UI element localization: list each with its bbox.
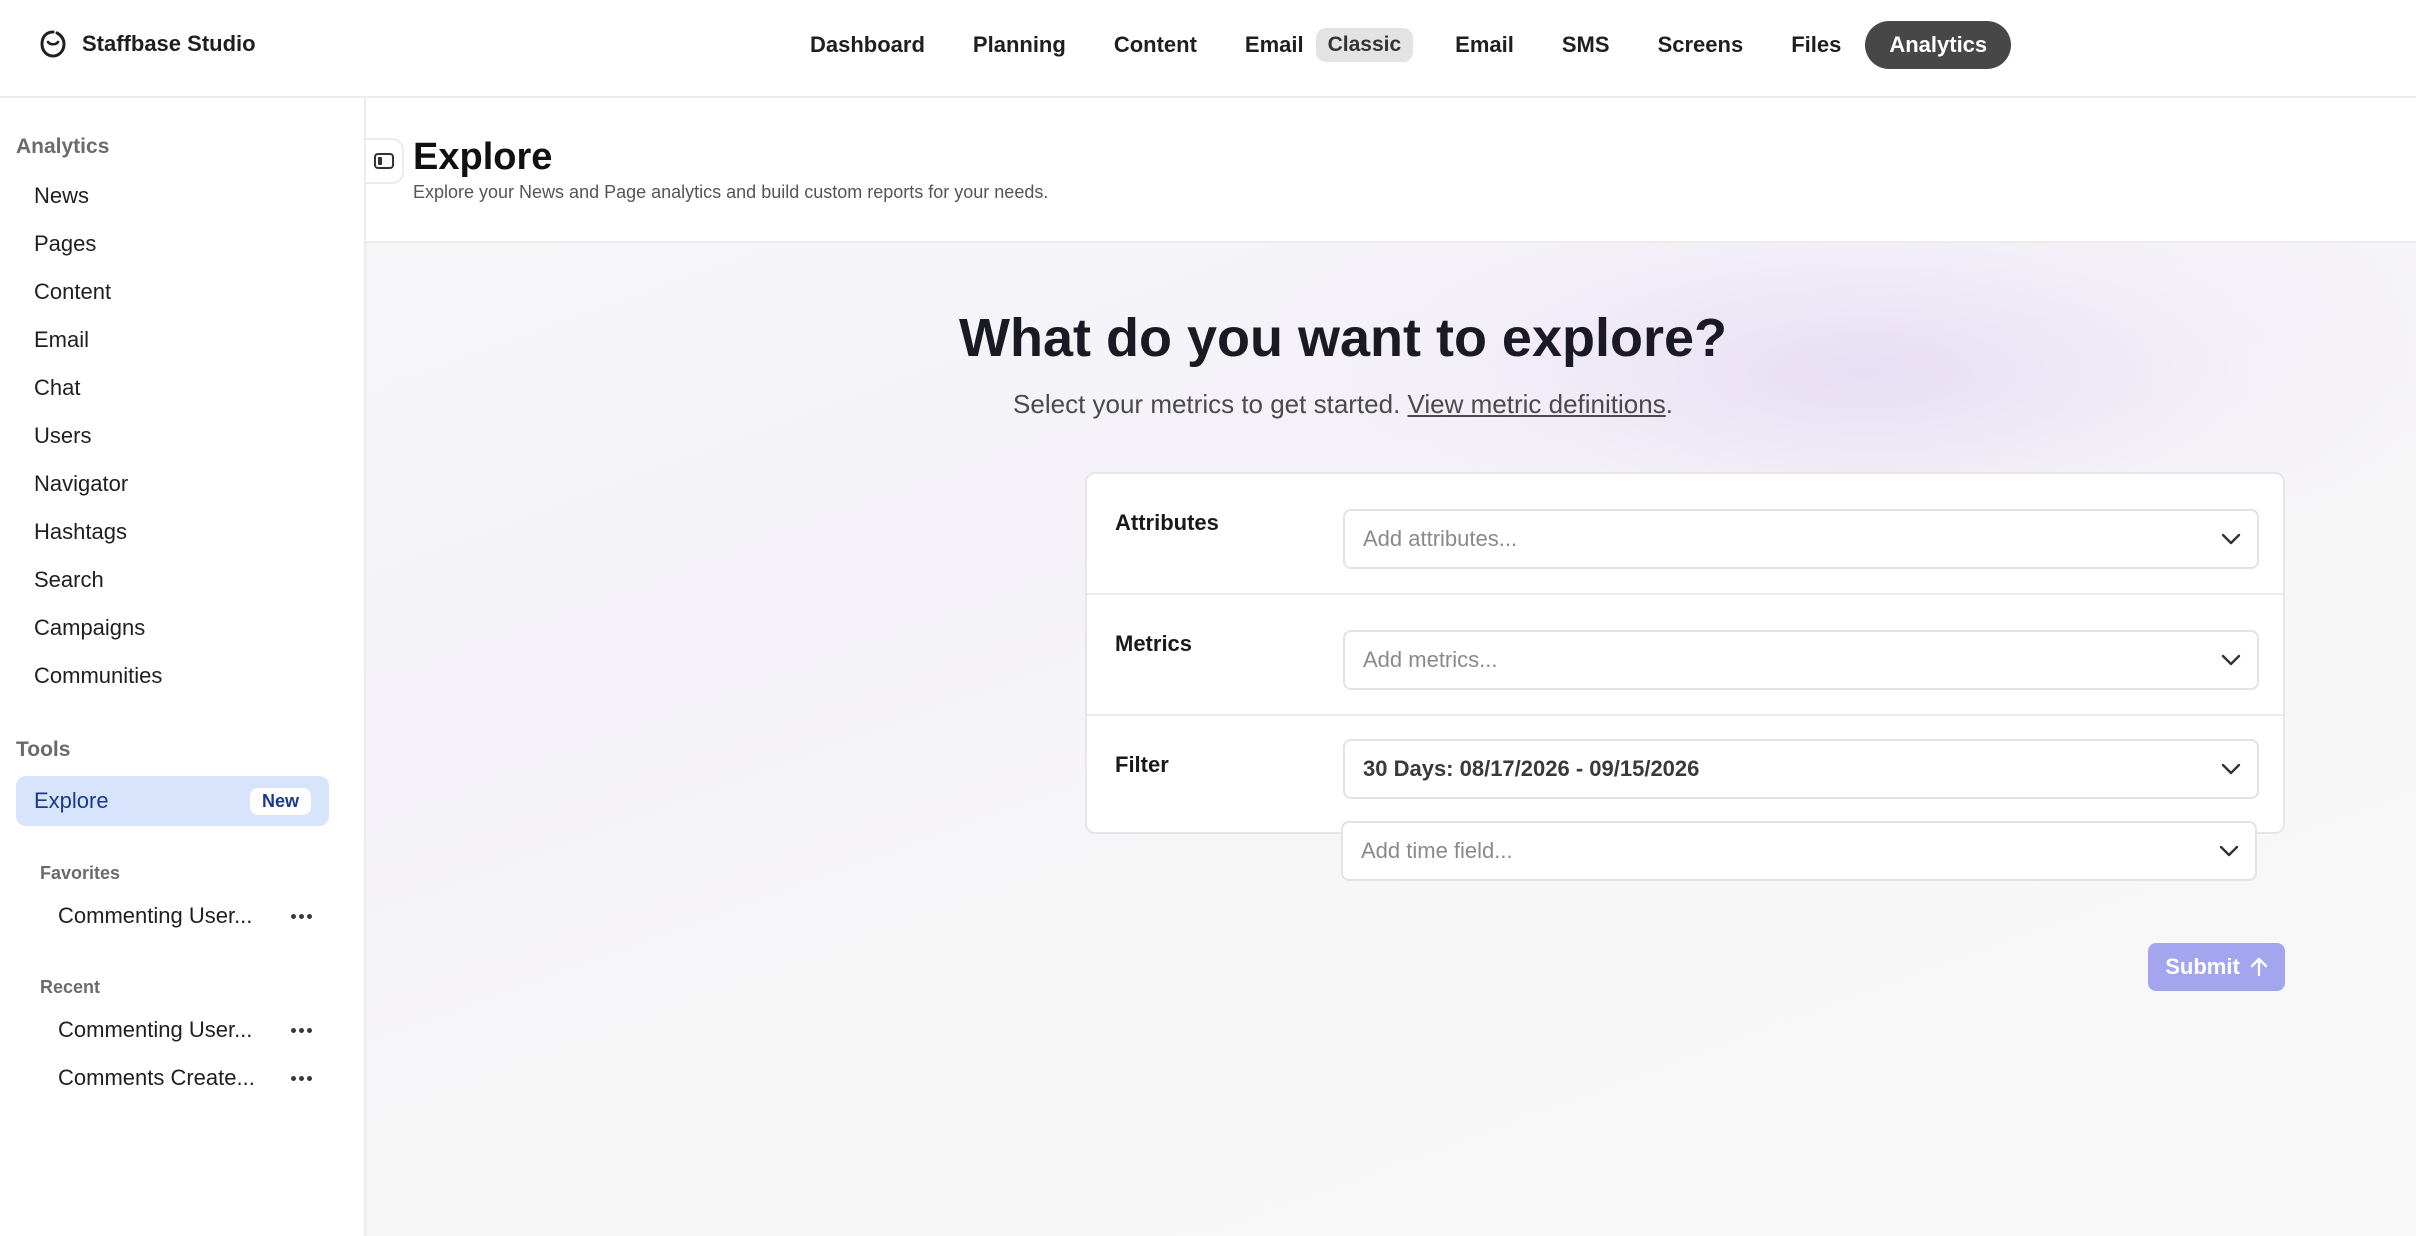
sidebar-item-navigator[interactable]: Navigator [34, 471, 128, 497]
arrow-up-icon [2250, 957, 2267, 977]
sidebar-item-chat[interactable]: Chat [34, 375, 80, 401]
sidebar-item-label: Explore [34, 788, 109, 813]
sidebar-item-content[interactable]: Content [34, 279, 111, 305]
recent-item-label[interactable]: Commenting User... [58, 1017, 252, 1043]
sidebar-item-communities[interactable]: Communities [34, 663, 162, 689]
favorite-item: Commenting User... [58, 900, 318, 932]
recent-item-label[interactable]: Comments Create... [58, 1065, 255, 1091]
time-field-placeholder: Add time field... [1361, 838, 1513, 863]
time-field-select[interactable]: Add time field... [1341, 821, 2257, 881]
nav-planning[interactable]: Planning [949, 21, 1090, 69]
chevron-down-icon [2221, 763, 2241, 775]
recent-heading: Recent [40, 977, 101, 997]
nav-screens[interactable]: Screens [1634, 21, 1768, 69]
sidebar-item-explore[interactable]: Explore New [16, 776, 329, 826]
sidebar: Analytics News Pages Content Email Chat … [0, 98, 366, 1236]
sidebar-item-pages[interactable]: Pages [34, 231, 96, 257]
submit-label: Submit [2165, 954, 2240, 979]
row-divider [1087, 714, 2283, 716]
explore-main: What do you want to explore? Select your… [366, 243, 2416, 1236]
nav-sms[interactable]: SMS [1538, 21, 1634, 69]
brand[interactable]: Staffbase Studio [38, 28, 256, 60]
metric-definitions-link[interactable]: View metric definitions [1408, 389, 1666, 419]
sidebar-toggle-button[interactable] [366, 138, 404, 184]
more-options-icon[interactable] [285, 908, 318, 925]
metrics-label: Metrics [1115, 631, 1193, 656]
metrics-select[interactable]: Add metrics... [1343, 630, 2259, 690]
hero-title: What do you want to explore? [959, 308, 1727, 368]
nav-label: Analytics [1889, 32, 1988, 57]
attributes-placeholder: Add attributes... [1363, 526, 1518, 551]
nav-content[interactable]: Content [1090, 21, 1221, 69]
favorites-heading: Favorites [40, 863, 121, 883]
chevron-down-icon [2221, 533, 2241, 545]
chevron-down-icon [2221, 654, 2241, 666]
brand-name: Staffbase Studio [82, 31, 256, 56]
hero-subtitle: Select your metrics to get started. View… [743, 389, 1943, 420]
sidebar-item-campaigns[interactable]: Campaigns [34, 615, 145, 641]
recent-item: Commenting User... [58, 1014, 318, 1046]
sidebar-item-users[interactable]: Users [34, 423, 91, 449]
nav-label: Content [1113, 32, 1197, 57]
nav-label: Screens [1657, 32, 1744, 57]
query-builder-card: Attributes Add attributes... Metrics Add… [1085, 472, 2285, 834]
sidebar-item-news[interactable]: News [34, 183, 89, 209]
submit-button[interactable]: Submit [2148, 943, 2285, 991]
row-divider [1087, 593, 2283, 595]
attributes-label: Attributes [1115, 510, 1219, 535]
sidebar-heading-analytics: Analytics [16, 135, 110, 158]
nav-email[interactable]: Email [1431, 21, 1538, 69]
top-bar: Staffbase Studio Dashboard Planning Cont… [0, 0, 2416, 98]
date-range-select[interactable]: 30 Days: 08/17/2026 - 09/15/2026 [1343, 739, 2259, 799]
page-header: Explore Explore your News and Page analy… [366, 98, 2416, 243]
nav-analytics[interactable]: Analytics [1865, 21, 2012, 69]
nav-email-classic[interactable]: Email Classic [1221, 21, 1431, 69]
nav-label: Planning [972, 32, 1066, 57]
chevron-down-icon [2219, 845, 2239, 857]
more-options-icon[interactable] [285, 1022, 318, 1039]
hero-subtitle-text: Select your metrics to get started. [1013, 389, 1408, 419]
filter-label: Filter [1115, 752, 1169, 777]
nav-files[interactable]: Files [1767, 21, 1865, 69]
new-badge: New [249, 787, 311, 815]
sidebar-toggle-icon [374, 153, 394, 169]
nav-label: Dashboard [810, 32, 925, 57]
nav-label: SMS [1561, 32, 1610, 57]
nav-label: Email [1244, 32, 1304, 57]
classic-badge: Classic [1315, 28, 1414, 62]
more-options-icon[interactable] [285, 1070, 318, 1087]
sidebar-heading-tools: Tools [16, 738, 71, 761]
attributes-select[interactable]: Add attributes... [1343, 509, 2259, 569]
favorite-item-label[interactable]: Commenting User... [58, 903, 252, 929]
sidebar-item-search[interactable]: Search [34, 567, 104, 593]
metrics-placeholder: Add metrics... [1363, 647, 1498, 672]
page-subtitle: Explore your News and Page analytics and… [413, 182, 1049, 202]
staffbase-logo-icon [40, 30, 66, 58]
nav-label: Files [1791, 32, 1842, 57]
sidebar-item-email[interactable]: Email [34, 327, 89, 353]
recent-item: Comments Create... [58, 1062, 318, 1094]
main-nav: Dashboard Planning Content Email Classic… [786, 21, 2012, 69]
nav-dashboard[interactable]: Dashboard [786, 21, 949, 69]
page-title: Explore [413, 136, 553, 178]
date-range-value: 30 Days: 08/17/2026 - 09/15/2026 [1363, 756, 1700, 781]
sidebar-item-hashtags[interactable]: Hashtags [34, 519, 127, 545]
nav-label: Email [1455, 32, 1514, 57]
hero-subtitle-suffix: . [1665, 389, 1673, 419]
